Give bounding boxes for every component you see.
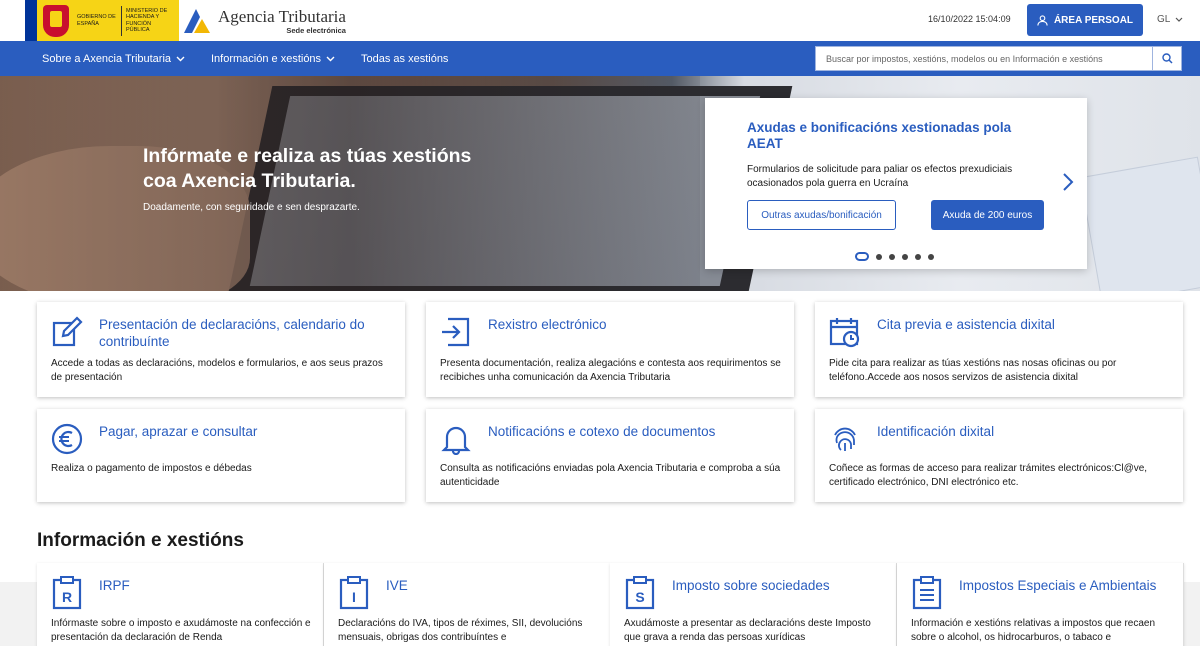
bell-icon — [441, 426, 471, 455]
coat-of-arms-icon — [43, 4, 69, 37]
info-card-irpf[interactable]: R IRPF Infórmaste sobre o imposto e axud… — [37, 563, 324, 646]
logo-divider — [121, 5, 122, 36]
service-card-desc: Presenta documentación, realiza alegació… — [440, 358, 781, 383]
nav-item-label: Información e xestións — [211, 52, 322, 65]
service-card-payment[interactable]: Pagar, aprazar e consultar Realiza o pag… — [37, 409, 405, 502]
carousel-dot[interactable] — [902, 253, 908, 260]
clipboard-list-icon — [912, 576, 942, 610]
clipboard-s-icon: S — [625, 576, 655, 610]
clipboard-i-icon: I — [339, 576, 369, 610]
fingerprint-icon — [834, 427, 856, 451]
service-card-desc: Accede a todas as declaracións, modelos … — [51, 358, 383, 383]
promo-card: Axudas e bonificacións xestionadas pola … — [705, 98, 1087, 269]
service-card-title: Presentación de declaracións, calendario… — [99, 317, 365, 349]
promo-title[interactable]: Axudas e bonificacións xestionadas pola … — [747, 120, 1047, 152]
euro-icon — [51, 423, 83, 455]
info-card-title: Impostos Especiais e Ambientais — [959, 578, 1157, 593]
language-label: GL — [1157, 14, 1171, 25]
chevron-down-icon — [1175, 17, 1183, 22]
service-card-desc: Coñece as formas de acceso para realizar… — [829, 463, 1148, 488]
other-aids-button[interactable]: Outras axudas/bonificación — [747, 200, 896, 230]
language-selector[interactable]: GL — [1157, 14, 1183, 25]
personal-area-label: ÁREA PERSOAL — [1053, 14, 1134, 26]
search-icon — [1161, 53, 1173, 64]
service-card-desc: Pide cita para realizar as túas xestións… — [829, 358, 1117, 383]
chevron-down-icon — [176, 56, 185, 61]
user-icon — [1037, 14, 1048, 26]
carousel-dot-active[interactable] — [855, 252, 869, 261]
government-logo[interactable]: Gobierno de España Ministerio de Haciend… — [25, 0, 179, 41]
carousel-dot[interactable] — [889, 253, 895, 260]
service-card-title: Notificacións e cotexo de documentos — [488, 424, 716, 439]
chevron-right-icon[interactable] — [1061, 172, 1075, 192]
service-card-title: Pagar, aprazar e consultar — [99, 424, 258, 439]
search-input[interactable]: Buscar por impostos, xestións, modelos o… — [815, 46, 1152, 71]
main-nav: Sobre a Axencia Tributaria Información e… — [0, 41, 1200, 76]
service-card-appointment[interactable]: Cita previa e asistencia dixital Pide ci… — [815, 302, 1183, 397]
service-card-title: Rexistro electrónico — [488, 317, 607, 332]
clipboard-r-icon: R — [52, 576, 82, 610]
info-card-desc: Declaracións do IVA, tipos de réximes, S… — [338, 618, 583, 643]
eu-flag-strip — [25, 0, 37, 41]
info-card-title: IRPF — [99, 578, 130, 593]
info-card-special-taxes[interactable]: Impostos Especiais e Ambientais Informac… — [897, 563, 1184, 646]
aeat-logo-icon — [182, 7, 212, 35]
nav-item-label: Sobre a Axencia Tributaria — [42, 52, 172, 65]
info-card-ive[interactable]: I IVE Declaracións do IVA, tipos de réxi… — [324, 563, 611, 646]
brand-name: Agencia Tributaria — [218, 6, 346, 26]
hero-title: Infórmate e realiza as túas xestións coa… — [143, 145, 472, 192]
service-card-title: Identificación dixital — [877, 424, 995, 439]
chevron-down-icon — [326, 56, 335, 61]
ministry-label: Ministerio de Hacienda y Función Pública — [126, 7, 168, 34]
hero-subtitle: Doadamente, con seguridade e sen despraz… — [143, 202, 360, 213]
promo-text: Formularios de solicitude para paliar os… — [747, 164, 1013, 189]
top-header: Gobierno de España Ministerio de Haciend… — [0, 0, 1200, 41]
clipboard-letter: R — [62, 589, 72, 605]
info-card-desc: Axudámoste a presentar as declaracións d… — [624, 618, 871, 643]
service-card-register[interactable]: Rexistro electrónico Presenta documentac… — [426, 302, 794, 397]
info-card-desc: Información e xestións relativas a impos… — [911, 618, 1156, 643]
search-button[interactable] — [1152, 46, 1182, 71]
agencia-tributaria-logo[interactable]: Agencia Tributaria Sede electrónica — [182, 4, 346, 38]
info-card-desc: Infórmaste sobre o imposto e axudámoste … — [51, 618, 311, 643]
clipboard-letter: I — [352, 589, 356, 605]
service-card-desc: Consulta as notificacións enviadas pola … — [440, 463, 781, 488]
section-title: Información e xestións — [37, 530, 244, 551]
nav-item-label: Todas as xestións — [361, 52, 449, 65]
carousel-dots — [855, 252, 934, 261]
carousel-dot[interactable] — [876, 253, 882, 260]
info-card-title: IVE — [386, 578, 408, 593]
gob-label: Gobierno de España — [77, 14, 116, 27]
carousel-dot[interactable] — [915, 253, 921, 260]
nav-item-about[interactable]: Sobre a Axencia Tributaria — [42, 41, 185, 76]
service-card-notifications[interactable]: Notificacións e cotexo de documentos Con… — [426, 409, 794, 502]
service-card-declarations[interactable]: Presentación de declaracións, calendario… — [37, 302, 405, 397]
info-card-corporate-tax[interactable]: S Imposto sobre sociedades Axudámoste a … — [610, 563, 897, 646]
clipboard-letter: S — [635, 589, 644, 605]
nav-item-all[interactable]: Todas as xestións — [361, 41, 448, 76]
service-card-identification[interactable]: Identificación dixital Coñece as formas … — [815, 409, 1183, 502]
calendar-clock-icon — [829, 318, 860, 348]
info-card-title: Imposto sobre sociedades — [672, 578, 830, 593]
service-card-desc: Realiza o pagamento de impostos e débeda… — [51, 463, 252, 474]
edit-icon — [52, 316, 83, 347]
aid-200-button[interactable]: Axuda de 200 euros — [931, 200, 1044, 230]
personal-area-button[interactable]: ÁREA PERSOAL — [1027, 4, 1143, 36]
current-datetime: 16/10/2022 15:04:09 — [928, 14, 1011, 24]
hero-document-image — [1079, 156, 1200, 291]
register-icon — [442, 317, 470, 347]
brand-subtitle: Sede electrónica — [286, 25, 346, 35]
carousel-dot[interactable] — [928, 253, 934, 260]
service-card-title: Cita previa e asistencia dixital — [877, 317, 1055, 332]
nav-item-info[interactable]: Información e xestións — [211, 41, 335, 76]
